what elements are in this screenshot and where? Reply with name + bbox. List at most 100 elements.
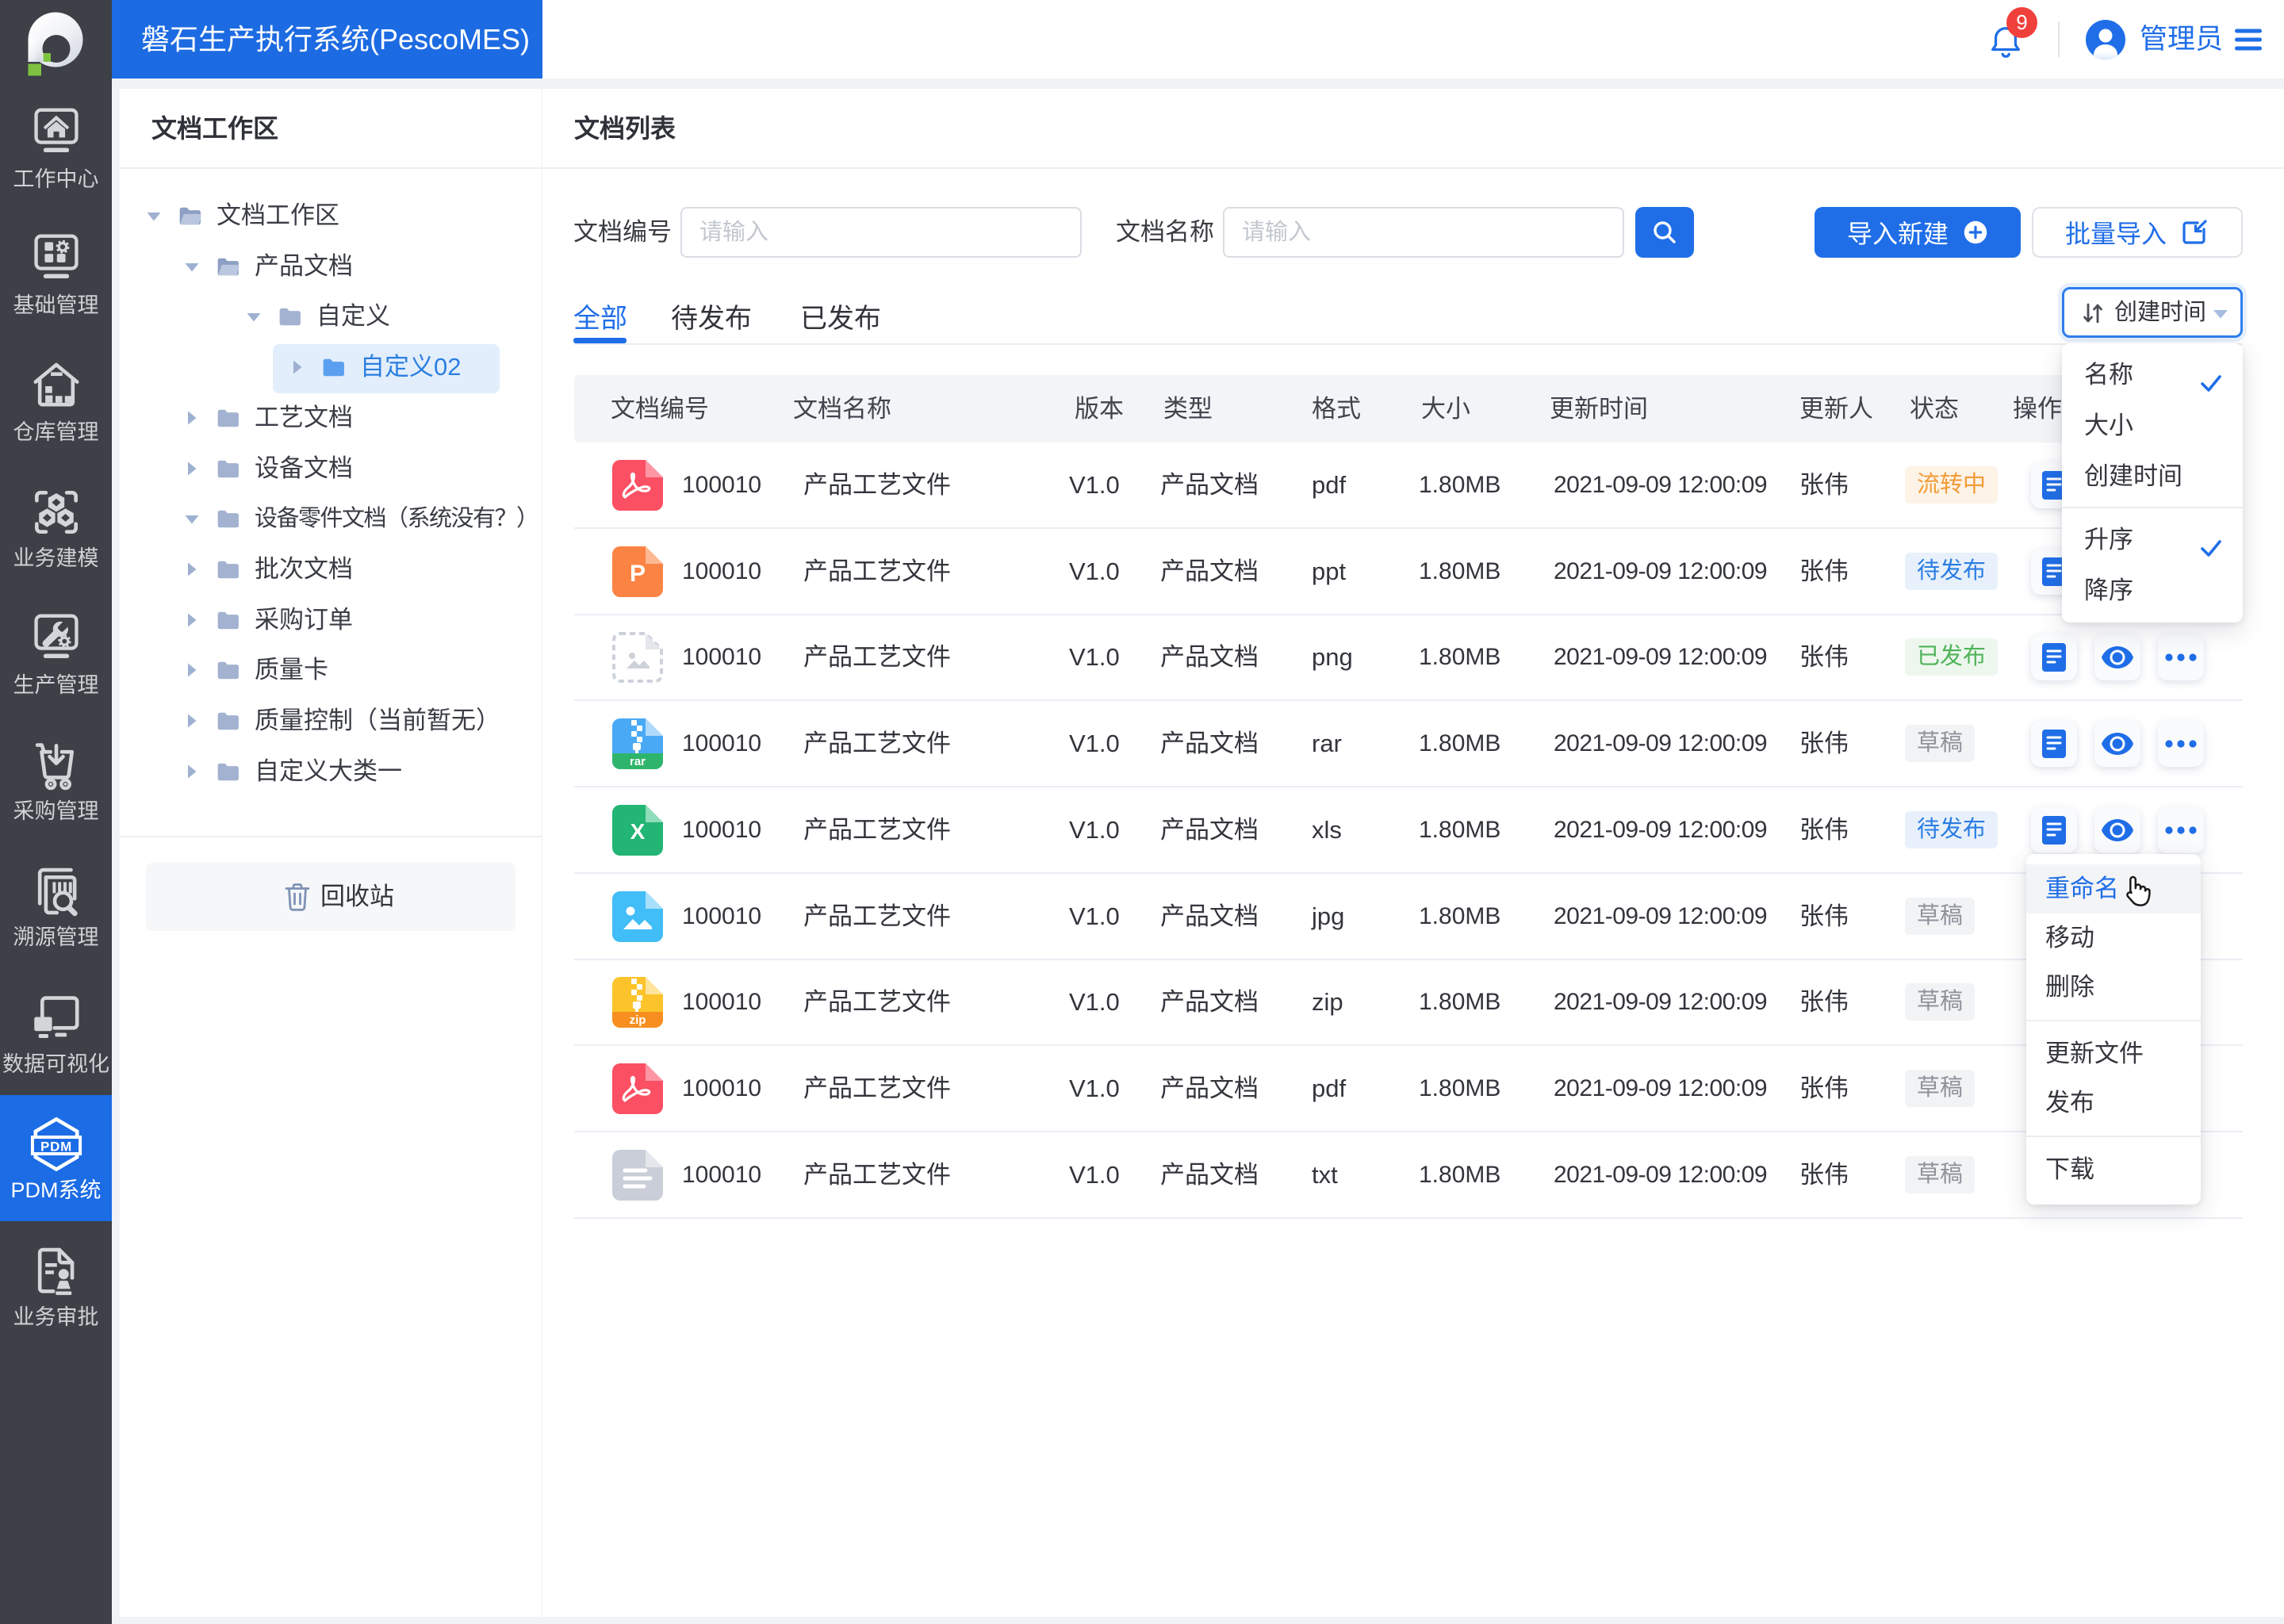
- more-actions-button[interactable]: [2158, 634, 2204, 680]
- caret-down-icon[interactable]: [146, 211, 162, 222]
- sidebar-item-base-mgmt[interactable]: 基础管理: [0, 210, 112, 336]
- app-logo[interactable]: [21, 6, 90, 83]
- tab-1[interactable]: 待发布: [671, 293, 752, 344]
- table-row[interactable]: zip 100010 产品工艺文件 V1.0 产品文档 zip 1.80MB 2…: [574, 959, 2243, 1046]
- user-avatar[interactable]: [2086, 20, 2125, 63]
- tree-node-label[interactable]: 自定义: [316, 293, 390, 339]
- tree-node-label[interactable]: 产品文档: [255, 243, 353, 289]
- sort-option[interactable]: 升序: [2062, 515, 2243, 565]
- sidebar-item-warehouse[interactable]: 仓库管理: [0, 337, 112, 463]
- sidebar-item-data-vis[interactable]: 数据可视化: [0, 969, 112, 1095]
- sidebar-item-biz-model[interactable]: 业务建模: [0, 463, 112, 589]
- tree-node[interactable]: 产品文档: [120, 243, 542, 289]
- tree-node[interactable]: 设备零件文档（系统没有？）: [120, 496, 542, 542]
- sidebar-item-purchase[interactable]: 采购管理: [0, 716, 112, 842]
- trace-icon: [27, 862, 86, 921]
- sort-option[interactable]: 降序: [2062, 565, 2243, 616]
- tree-node-label[interactable]: 质量卡: [255, 647, 328, 693]
- tree-node-label[interactable]: 工艺文档: [255, 395, 353, 441]
- table-row[interactable]: 100010 产品工艺文件 V1.0 产品文档 pdf 1.80MB 2021-…: [574, 442, 2243, 529]
- import-new-button[interactable]: 导入新建: [1815, 207, 2021, 258]
- pdm-icon: PDM: [27, 1115, 86, 1174]
- hamburger-icon[interactable]: [2235, 28, 2262, 56]
- cell-updated: 2021-09-09 12:00:09: [1554, 558, 1768, 584]
- caret-right-icon[interactable]: [186, 612, 202, 627]
- context-menu-item[interactable]: 更新文件: [2026, 1029, 2201, 1078]
- doc-detail-button[interactable]: [2031, 807, 2077, 853]
- table-row[interactable]: 100010 产品工艺文件 V1.0 产品文档 png 1.80MB 2021-…: [574, 615, 2243, 701]
- table-row[interactable]: 100010 产品工艺文件 V1.0 产品文档 pdf 1.80MB 2021-…: [574, 1046, 2243, 1132]
- caret-down-icon[interactable]: [184, 262, 200, 273]
- tree-node[interactable]: 质量卡: [120, 647, 542, 693]
- cell-version: V1.0: [1069, 1074, 1120, 1102]
- tree-node-label[interactable]: 设备文档: [255, 446, 353, 492]
- caret-right-icon[interactable]: [186, 662, 202, 677]
- context-menu-item[interactable]: 发布: [2026, 1078, 2201, 1128]
- preview-button[interactable]: [2094, 807, 2140, 853]
- sidebar-item-workcenter[interactable]: 工作中心: [0, 84, 112, 210]
- table-row[interactable]: rar 100010 产品工艺文件 V1.0 产品文档 rar 1.80MB 2…: [574, 701, 2243, 787]
- preview-button[interactable]: [2094, 721, 2140, 767]
- batch-import-button[interactable]: 批量导入: [2032, 207, 2243, 258]
- sidebar-item-label: 采购管理: [13, 799, 99, 823]
- preview-button[interactable]: [2094, 634, 2140, 680]
- tree-node-label[interactable]: 采购订单: [255, 597, 353, 643]
- tree-node[interactable]: 设备文档: [120, 446, 542, 492]
- sort-option[interactable]: 创建时间: [2062, 451, 2243, 502]
- tree-node-label[interactable]: 设备零件文档（系统没有？）: [255, 496, 539, 542]
- doc-no-input[interactable]: [680, 207, 1082, 258]
- tree-node[interactable]: 质量控制（当前暂无）: [120, 698, 542, 744]
- tree-node[interactable]: 自定义: [120, 293, 542, 339]
- more-actions-button[interactable]: [2158, 721, 2204, 767]
- context-menu-item[interactable]: 下载: [2026, 1145, 2201, 1194]
- caret-right-icon[interactable]: [186, 713, 202, 728]
- caret-right-icon[interactable]: [186, 461, 202, 476]
- table-row[interactable]: 100010 产品工艺文件 V1.0 产品文档 jpg 1.80MB 2021-…: [574, 874, 2243, 960]
- context-menu-item[interactable]: 重命名: [2026, 864, 2201, 914]
- more-actions-button[interactable]: [2158, 807, 2204, 853]
- recycle-bin-button[interactable]: 回收站: [146, 863, 515, 931]
- tree-node-label[interactable]: 批次文档: [255, 546, 353, 592]
- caret-right-icon[interactable]: [186, 410, 202, 425]
- caret-down-icon[interactable]: [184, 514, 200, 525]
- user-name[interactable]: 管理员: [2140, 21, 2223, 59]
- svg-text:P: P: [630, 561, 646, 587]
- search-button[interactable]: [1635, 207, 1694, 258]
- sort-button[interactable]: 创建时间: [2062, 287, 2243, 338]
- cell-doc-no: 100010: [682, 903, 762, 929]
- cell-format: xls: [1312, 816, 1342, 844]
- caret-down-icon[interactable]: [246, 312, 262, 323]
- caret-right-icon[interactable]: [186, 561, 202, 576]
- tree-node[interactable]: 批次文档: [120, 546, 542, 592]
- tree-node-label[interactable]: 自定义大类一: [255, 749, 402, 795]
- tree-node[interactable]: 工艺文档: [120, 395, 542, 441]
- sort-option[interactable]: 名称: [2062, 350, 2243, 400]
- sidebar-item-trace[interactable]: 溯源管理: [0, 842, 112, 968]
- tree-node-label[interactable]: 文档工作区: [217, 193, 339, 239]
- tab-0[interactable]: 全部: [573, 293, 627, 344]
- doc-detail-button[interactable]: [2031, 634, 2077, 680]
- context-menu-item[interactable]: 移动: [2026, 914, 2201, 963]
- caret-right-icon[interactable]: [292, 359, 308, 374]
- table-row[interactable]: 100010 产品工艺文件 V1.0 产品文档 txt 1.80MB 2021-…: [574, 1132, 2243, 1219]
- tree-node[interactable]: 采购订单: [120, 597, 542, 643]
- table-row[interactable]: P 100010 产品工艺文件 V1.0 产品文档 ppt 1.80MB 202…: [574, 529, 2243, 615]
- sort-option[interactable]: 大小: [2062, 400, 2243, 451]
- tree-node[interactable]: 自定义02: [120, 344, 542, 390]
- tree-node-label[interactable]: 质量控制（当前暂无）: [255, 698, 500, 744]
- doc-name-input[interactable]: [1223, 207, 1624, 258]
- tree-node-label[interactable]: 自定义02: [360, 344, 461, 390]
- tree-node[interactable]: 自定义大类一: [120, 749, 542, 795]
- folder-icon: [178, 206, 202, 226]
- sidebar-item-approval[interactable]: 业务审批: [0, 1222, 112, 1348]
- caret-right-icon[interactable]: [186, 764, 202, 779]
- table-row[interactable]: X 100010 产品工艺文件 V1.0 产品文档 xls 1.80MB 202…: [574, 787, 2243, 874]
- tree-node[interactable]: 文档工作区: [120, 193, 542, 239]
- sidebar-item-pdm[interactable]: PDM PDM系统: [0, 1095, 112, 1221]
- tab-2[interactable]: 已发布: [800, 293, 881, 344]
- doc-detail-button[interactable]: [2031, 721, 2077, 767]
- sidebar-item-production[interactable]: 生产管理: [0, 590, 112, 716]
- cell-format: pdf: [1312, 471, 1347, 499]
- file-pdf-icon: [612, 1063, 663, 1114]
- context-menu-item[interactable]: 删除: [2026, 963, 2201, 1012]
